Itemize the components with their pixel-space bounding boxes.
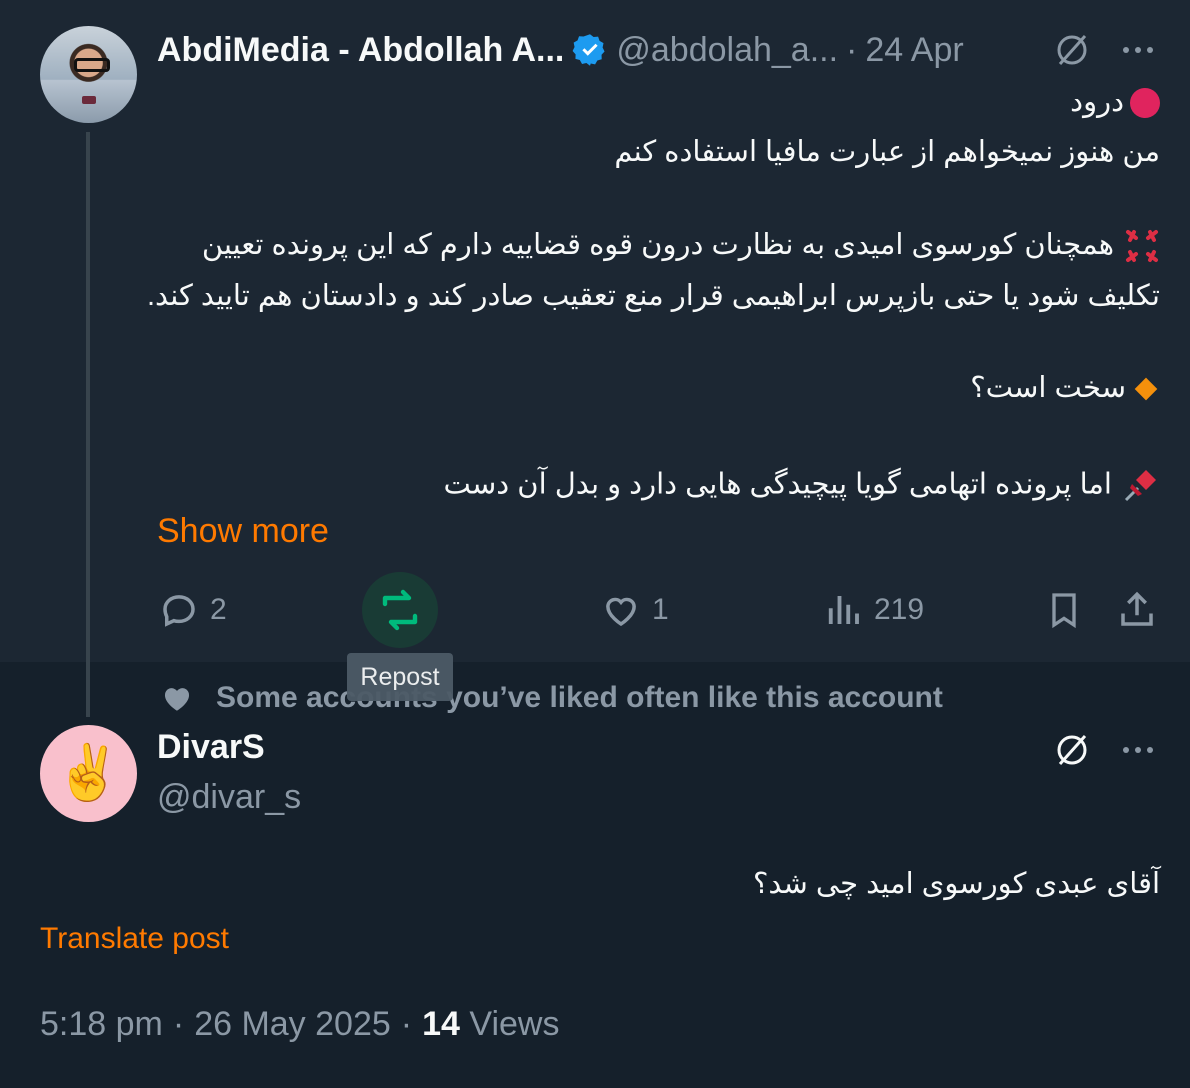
repost-button[interactable]	[376, 570, 424, 650]
translate-link[interactable]: Translate post	[40, 922, 229, 956]
post-time[interactable]: 5:18 pm	[40, 1005, 163, 1044]
avatar[interactable]: ✌️	[40, 725, 137, 822]
heart-icon	[164, 688, 190, 711]
verified-badge-icon	[572, 34, 605, 66]
post-date[interactable]: 24 Apr	[865, 31, 963, 70]
more-icon[interactable]	[1118, 730, 1158, 770]
show-more-link[interactable]: Show more	[157, 512, 329, 551]
tweet-line: سخت است؟	[970, 370, 1160, 405]
share-icon	[1121, 591, 1153, 626]
author-name[interactable]: DivarS	[157, 728, 265, 767]
avatar-glasses	[74, 58, 110, 72]
tweet-line: درود	[1070, 84, 1160, 119]
more-icon[interactable]	[1118, 30, 1158, 70]
author-handle[interactable]: @abdolah_a...	[616, 31, 838, 70]
tweet-text: درود	[1070, 86, 1124, 118]
views-label: Views	[469, 1005, 560, 1043]
views-button[interactable]: 219	[822, 570, 924, 650]
tweet-text: همچنان کورسوی امیدی به نظارت درون قوه قض…	[201, 229, 1114, 261]
repost-icon	[382, 589, 418, 631]
post-meta: 5:18 pm · 26 May 2025 · 14 Views	[40, 1005, 559, 1044]
tweet-line: من هنوز نمیخواهم از عبارت مافیا استفاده …	[614, 136, 1160, 168]
tweet-header: AbdiMedia - Abdollah A... @abdolah_a... …	[157, 28, 964, 72]
social-context: Some accounts you’ve liked often like th…	[160, 676, 943, 720]
views-count: 14	[422, 1005, 460, 1043]
post-date[interactable]: 26 May 2025	[194, 1005, 391, 1044]
like-count: 1	[652, 593, 669, 626]
tweet-line: همچنان کورسوی امیدی به نظارت درون قوه قض…	[202, 227, 1160, 264]
author-name[interactable]: AbdiMedia - Abdollah A...	[157, 31, 564, 70]
repost-tooltip: Repost	[347, 653, 453, 701]
reply-icon	[163, 595, 195, 627]
avatar-bowtie	[82, 96, 96, 104]
tweet-text: اما پرونده اتهامی گویا پیچیدگی هایی دارد…	[443, 468, 1112, 501]
anger-icon	[1126, 230, 1158, 263]
orange-diamond-icon	[1134, 378, 1158, 401]
separator-dot: ·	[400, 1005, 413, 1043]
like-button[interactable]: 1	[600, 570, 669, 650]
bookmark-button[interactable]	[1044, 570, 1084, 650]
action-bar: 2 1 219	[0, 570, 1190, 650]
tweet-line: تکلیف شود یا حتی بازپرس ابراهیمی قرار من…	[146, 280, 1160, 312]
share-button[interactable]	[1116, 570, 1158, 650]
separator-dot: ·	[172, 1005, 185, 1043]
tweet-main[interactable]	[0, 0, 1190, 662]
red-circle-icon	[1130, 88, 1160, 119]
avatar[interactable]	[40, 26, 137, 123]
pushpin-icon	[1124, 470, 1156, 502]
reply-button[interactable]: 2	[158, 570, 227, 650]
tweet-line: اما پرونده اتهامی گویا پیچیدگی هایی دارد…	[444, 466, 1160, 506]
reply-count: 2	[210, 593, 227, 626]
views-count: 219	[874, 593, 925, 626]
grok-icon[interactable]	[1052, 30, 1092, 70]
tweet-text: سخت است؟	[970, 372, 1126, 404]
grok-icon[interactable]	[1052, 730, 1092, 770]
author-handle[interactable]: @divar_s	[157, 778, 301, 817]
tweet-text: آقای عبدی کورسوی امید چی شد؟	[752, 868, 1160, 900]
views-icon	[828, 596, 859, 624]
bookmark-icon	[1052, 593, 1076, 629]
like-icon	[606, 597, 636, 627]
social-context-text: Some accounts you’ve liked often like th…	[216, 681, 943, 714]
separator-dot: ·	[846, 30, 858, 69]
